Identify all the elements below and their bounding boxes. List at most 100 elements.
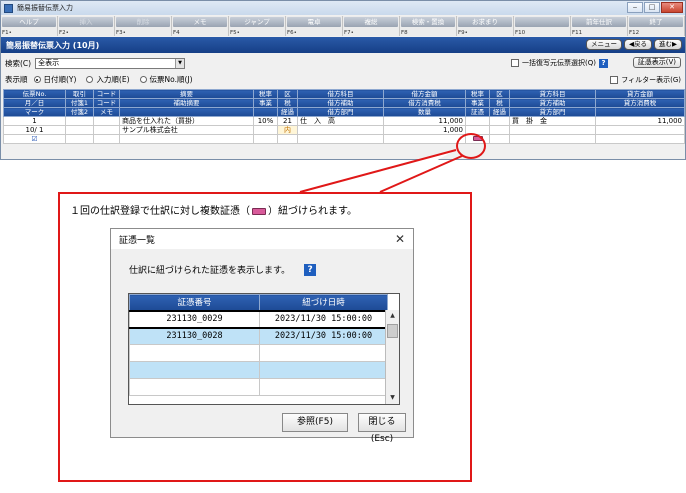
radio-date-order[interactable]: 日付順(Y) <box>33 74 76 85</box>
fkey-favorites[interactable]: お求まり F9• <box>457 16 514 36</box>
col-header-evidence-no[interactable]: 証憑番号 <box>129 294 260 311</box>
col-header: 貸方消費税 <box>595 98 685 108</box>
cell[interactable] <box>489 125 510 135</box>
close-icon[interactable]: ✕ <box>661 2 683 13</box>
col-header: 借方科目 <box>297 89 384 99</box>
maximize-icon[interactable]: □ <box>644 2 660 13</box>
col-header: 数量 <box>383 107 466 117</box>
cell-tax-flag[interactable]: 内 <box>277 125 298 135</box>
cell-summary[interactable]: 商品を仕入れた（買掛） <box>119 116 254 126</box>
cell-credit-amount[interactable]: 11,000 <box>595 116 685 126</box>
close-icon[interactable]: ✕ <box>395 232 405 246</box>
cell[interactable] <box>65 116 94 126</box>
filter-checkbox[interactable]: フィルター表示(G) <box>610 75 681 85</box>
fkey-jump[interactable]: ジャンプ F5• <box>229 16 286 36</box>
scroll-down-icon[interactable]: ▼ <box>386 392 399 404</box>
col-header <box>119 107 254 117</box>
cell[interactable] <box>65 125 94 135</box>
col-header: 税 <box>277 98 298 108</box>
fkey-exit[interactable]: 終了 F12 <box>628 16 685 36</box>
col-header: 区 <box>277 89 298 99</box>
cell-tax-rate[interactable]: 10% <box>253 116 278 126</box>
fkey-copy[interactable]: 複総 F7• <box>343 16 400 36</box>
checkbox-box <box>511 59 519 67</box>
callout-box: １回の仕訳登録で仕訳に対し複数証憑（ ）紐づけられます。 証憑一覧 ✕ 仕訳に紐づ… <box>58 192 472 482</box>
cell-debit-account[interactable]: 仕 入 高 <box>297 116 384 126</box>
callout-text: １回の仕訳登録で仕訳に対し複数証憑（ ）紐づけられます。 <box>70 206 357 217</box>
col-header: 税 <box>489 98 510 108</box>
evidence-row[interactable]: 231130_0028 2023/11/30 15:00:00 <box>129 327 388 345</box>
cell[interactable] <box>253 134 278 144</box>
fkey-memo[interactable]: メモ F4 <box>172 16 229 36</box>
cell[interactable] <box>509 134 596 144</box>
table-row[interactable]: 1 商品を仕入れた（買掛） 10% 21 仕 入 高 11,000 買 掛 金 … <box>3 116 685 126</box>
col-header: コード <box>93 98 120 108</box>
cell[interactable] <box>93 125 120 135</box>
evidence-linked-at: 2023/11/30 15:00:00 <box>259 309 388 329</box>
cell[interactable] <box>253 125 278 135</box>
evidence-list-dialog: 証憑一覧 ✕ 仕訳に紐づけられた証憑を表示します。 ? 証憑番号 紐づけ日時 2… <box>110 228 414 444</box>
col-header: 貸方金額 <box>595 89 685 99</box>
cell[interactable] <box>595 125 685 135</box>
doc-show-button[interactable]: 証憑表示(V) <box>632 57 681 68</box>
evidence-table-wrap: 証憑番号 紐づけ日時 231130_0029 2023/11/30 15:00:… <box>128 293 400 405</box>
cell-tax-code[interactable]: 21 <box>277 116 298 126</box>
cell[interactable] <box>465 116 490 126</box>
help-icon[interactable]: ? <box>598 58 608 68</box>
radio-slip-order[interactable]: 伝票No.順(J) <box>139 74 193 85</box>
dialog-title: 証憑一覧 <box>119 235 156 246</box>
radio-input-order[interactable]: 入力順(E) <box>86 74 130 85</box>
bulk-copy-label: 一括復写元伝票選択(Q) <box>522 59 596 67</box>
col-header-linked-at[interactable]: 紐づけ日時 <box>259 294 388 311</box>
fkey-insert[interactable]: 挿入 F2• <box>58 16 115 36</box>
scroll-thumb[interactable] <box>387 324 398 338</box>
scroll-up-icon[interactable]: ▲ <box>386 310 399 322</box>
cell[interactable] <box>93 134 120 144</box>
cell[interactable] <box>297 134 384 144</box>
cell[interactable] <box>93 116 120 126</box>
fkey-search-replace[interactable]: 検索・置換 F8 <box>400 16 457 36</box>
help-icon[interactable]: ? <box>304 263 317 276</box>
close-button[interactable]: 閉じる(Esc) <box>358 413 406 444</box>
fkey-f10[interactable]: F10 <box>514 16 571 36</box>
col-header: 摘要 <box>119 89 254 99</box>
fkey-help[interactable]: ヘルプ F1• <box>1 16 58 36</box>
cell-mark[interactable]: ☑ <box>3 134 66 144</box>
vertical-scrollbar[interactable]: ▲ ▼ <box>385 310 399 404</box>
cell-date[interactable]: 10/ 1 <box>3 125 66 135</box>
back-button[interactable]: ◀戻る <box>624 39 652 50</box>
cell-sub-summary[interactable]: サンプル株式会社 <box>119 125 254 135</box>
bulk-copy-checkbox[interactable]: 一括復写元伝票選択(Q) ? <box>511 58 608 68</box>
cell-slip-no[interactable]: 1 <box>3 116 66 126</box>
col-header: コード <box>93 89 120 99</box>
cell[interactable] <box>65 134 94 144</box>
menu-button[interactable]: メニュー <box>586 39 622 50</box>
table-row[interactable]: ☑ <box>3 134 685 144</box>
reference-button[interactable]: 参照(F5) <box>282 413 348 432</box>
cell[interactable] <box>509 125 596 135</box>
function-key-bar: ヘルプ F1• 挿入 F2• 削除 F3• メモ F4 ジャンプ F5• 電卓 F6• 複総… <box>1 16 685 36</box>
fkey-prev-year[interactable]: 前年仕訳 F11 <box>571 16 628 36</box>
cell[interactable] <box>489 134 510 144</box>
table-row[interactable]: 10/ 1 サンプル株式会社 内 1,000 <box>3 125 685 135</box>
dialog-message-row: 仕訳に紐づけられた証憑を表示します。 ? <box>129 263 317 276</box>
search-select[interactable]: 全表示 ▼ <box>35 57 186 69</box>
cell[interactable] <box>297 125 384 135</box>
forward-button[interactable]: 進む▶ <box>654 39 682 50</box>
cell[interactable] <box>595 134 685 144</box>
page-title: 簡易振替伝票入力 (10月) <box>6 40 100 50</box>
cell-debit-tax[interactable]: 1,000 <box>383 125 466 135</box>
cell[interactable] <box>119 134 254 144</box>
cell[interactable] <box>277 134 298 144</box>
col-header: 貸方科目 <box>509 89 596 99</box>
cell-credit-account[interactable]: 買 掛 金 <box>509 116 596 126</box>
cell-debit-amount[interactable]: 11,000 <box>383 116 466 126</box>
fkey-calculator[interactable]: 電卓 F6• <box>286 16 343 36</box>
evidence-row[interactable]: 231130_0029 2023/11/30 15:00:00 <box>129 309 388 329</box>
screen-header: 簡易振替伝票入力 (10月) メニュー ◀戻る 進む▶ <box>1 37 685 53</box>
cell[interactable] <box>383 134 466 144</box>
cell[interactable] <box>489 116 510 126</box>
col-header: 付箋1 <box>65 98 94 108</box>
fkey-delete[interactable]: 削除 F3• <box>115 16 172 36</box>
minimize-icon[interactable]: ‒ <box>627 2 643 13</box>
